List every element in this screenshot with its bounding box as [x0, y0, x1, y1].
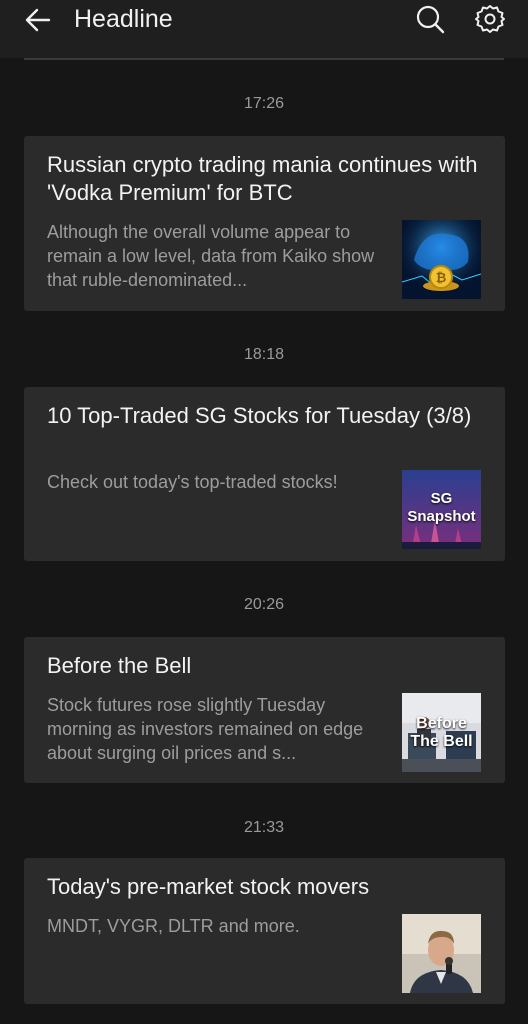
- timestamp: 20:26: [243, 596, 285, 613]
- article-thumbnail: [402, 914, 481, 993]
- article-headline: 10 Top-Traded SG Stocks for Tuesday (3/8…: [47, 403, 472, 428]
- article-summary: Although the overall volume appear to re…: [47, 222, 375, 290]
- article-thumbnail: SG Snapshot: [402, 470, 481, 549]
- person-thumbnail-image: [402, 914, 481, 993]
- thumbnail-label: SG Snapshot: [407, 490, 476, 525]
- timestamp: 18:18: [243, 346, 285, 363]
- article-headline: Before the Bell: [47, 653, 192, 678]
- article-summary: Stock futures rose slightly Tuesday morn…: [47, 695, 364, 763]
- article-thumbnail: Before The Bell: [402, 693, 481, 772]
- article-headline: Today's pre-market stock movers: [47, 874, 370, 899]
- article-card-premarket[interactable]: Today's pre-market stock movers MNDT, VY…: [24, 858, 505, 1004]
- search-icon[interactable]: [414, 3, 446, 35]
- page-title: Headline: [74, 5, 173, 33]
- article-card-sg-stocks[interactable]: 10 Top-Traded SG Stocks for Tuesday (3/8…: [24, 387, 505, 561]
- thumbnail-label: Before The Bell: [410, 715, 473, 750]
- header-divider: [24, 58, 504, 60]
- app-bar: Headline: [0, 0, 528, 58]
- svg-text:₿: ₿: [436, 271, 447, 286]
- gear-icon[interactable]: [474, 3, 506, 35]
- article-thumbnail: ₿: [402, 220, 481, 299]
- article-summary: Check out today's top-traded stocks!: [47, 472, 338, 492]
- crypto-thumbnail-image: ₿: [402, 220, 481, 299]
- article-card-before-bell[interactable]: Before the Bell Stock futures rose sligh…: [24, 637, 505, 783]
- article-card-crypto[interactable]: Russian crypto trading mania continues w…: [24, 136, 505, 311]
- timestamp: 17:26: [243, 95, 285, 112]
- article-summary: MNDT, VYGR, DLTR and more.: [47, 916, 300, 936]
- back-arrow-icon[interactable]: [22, 4, 54, 36]
- timestamp: 21:33: [243, 819, 285, 836]
- article-headline: Russian crypto trading mania continues w…: [47, 152, 478, 205]
